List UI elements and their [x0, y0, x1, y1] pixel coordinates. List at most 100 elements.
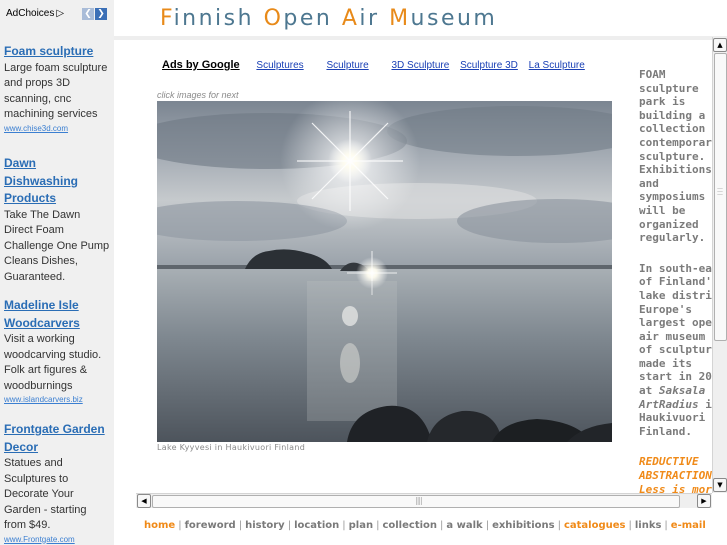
click-images-hint: click images for next [157, 90, 239, 100]
text-line: and [639, 176, 659, 190]
text-line: building a [639, 108, 706, 122]
title-rest: ir [359, 6, 390, 31]
chevron-right-icon[interactable]: ❯ [95, 8, 107, 20]
ad-link-sculpture[interactable]: Sculpture [326, 60, 368, 71]
ad-title-link[interactable]: Foam sculpture [4, 43, 110, 61]
nav-history[interactable]: history [245, 520, 285, 531]
text-line: air museum [639, 329, 706, 343]
ad-title-link[interactable]: Madeline Isle Woodcarvers [4, 297, 110, 332]
grip-icon: |||| [415, 496, 423, 505]
nav-separator: | [628, 520, 632, 531]
scroll-down-arrow-icon[interactable]: ▼ [713, 478, 727, 492]
artradius-text: ArtRadius [639, 397, 699, 411]
horizontal-scrollbar[interactable]: ◀ |||| ▶ [136, 493, 712, 508]
text-line: largest open [639, 316, 712, 330]
ad-body: Large foam sculpture and props 3D scanni… [4, 61, 108, 121]
grip-icon: — — — [717, 185, 723, 198]
horizontal-scroll-thumb[interactable]: |||| [152, 495, 680, 508]
ad-body: Visit a working woodcarving studio. Folk… [4, 333, 102, 392]
text-line: Haukivuori [639, 411, 706, 425]
scroll-left-arrow-icon[interactable]: ◀ [137, 494, 151, 508]
nav-email[interactable]: e-mail [671, 520, 706, 531]
ad-dawn-dishwashing: Dawn Dishwashing Products Take The Dawn … [4, 155, 110, 285]
footer-navigation: home | foreword | history | location | plan | coll… [144, 520, 706, 531]
photo-caption: Lake Kyyvesi in Haukivuori Finland [157, 443, 306, 452]
scroll-up-arrow-icon[interactable]: ▲ [713, 38, 727, 52]
nav-collection[interactable]: collection [382, 520, 437, 531]
nav-links[interactable]: links [635, 520, 662, 531]
nav-a-walk[interactable]: a walk [446, 520, 482, 531]
title-cap: O [263, 6, 284, 31]
right-intro-text: FOAM sculpture park is building a collec… [637, 68, 712, 494]
nav-separator: | [440, 520, 444, 531]
ad-body: Statues and Sculptures to Decorate Your … [4, 457, 87, 531]
text-line: organized [639, 217, 699, 231]
text-line: ABSTRACTION [639, 469, 712, 483]
text-line: lake district, [639, 288, 712, 302]
text-line: at Saksala [639, 384, 712, 398]
intro-paragraph-1: FOAM sculpture park is building a collec… [639, 68, 712, 245]
nav-separator: | [557, 520, 561, 531]
ad-foam-sculpture: Foam sculpture Large foam sculpture and … [4, 43, 110, 135]
text-line: regularly. [639, 231, 706, 245]
ad-url-link[interactable]: www.islandcarvers.biz [4, 394, 110, 406]
ads-by-google-link[interactable]: Ads by Google [162, 59, 240, 71]
ad-link-la-sculpture[interactable]: La Sculpture [529, 60, 585, 71]
text-fragment: at [639, 384, 659, 398]
adchoices-link[interactable]: AdChoices ▷ [6, 8, 64, 19]
title-rest: useum [410, 6, 498, 31]
text-line: collection of [639, 122, 712, 136]
chevron-left-icon[interactable]: ❮ [82, 8, 94, 20]
text-line: FOAM [639, 68, 666, 81]
intro-paragraph-3: REDUCTIVE ABSTRACTION Less is more [639, 455, 712, 494]
title-rest: innish [173, 6, 264, 31]
nav-separator: | [376, 520, 380, 531]
scroll-right-arrow-icon[interactable]: ▶ [697, 494, 711, 508]
ad-title-link[interactable]: Dawn Dishwashing Products [4, 155, 110, 208]
google-ad-links-bar: Ads by Google Sculptures Sculpture 3D Sc… [162, 59, 605, 71]
text-line: Exhibitions [639, 163, 712, 177]
nav-location[interactable]: location [294, 520, 339, 531]
ad-nav-arrows: ❮ ❯ [82, 8, 107, 20]
nav-separator: | [485, 520, 490, 531]
text-line: made its [639, 356, 692, 370]
ad-link-sculptures[interactable]: Sculptures [256, 60, 303, 71]
ad-title-link[interactable]: Frontgate Garden Decor [4, 421, 110, 456]
nav-exhibitions[interactable]: exhibitions [492, 520, 555, 531]
text-line: park is [639, 95, 686, 109]
text-line: ArtRadius in [639, 398, 712, 412]
vertical-scrollbar[interactable]: ▲ — — — ▼ [712, 37, 727, 493]
lake-photo[interactable] [157, 101, 612, 442]
ad-url-link[interactable]: www.chise3d.com [4, 123, 110, 135]
text-line: Europe's [639, 302, 692, 316]
text-fragment: in [705, 397, 712, 411]
text-line: sculpture. [639, 149, 706, 163]
nav-plan[interactable]: plan [349, 520, 373, 531]
vertical-scroll-thumb[interactable]: — — — [714, 53, 727, 341]
text-line: REDUCTIVE [639, 455, 699, 469]
site-title: Finnish Open Air Museum [160, 6, 497, 31]
nav-separator: | [342, 520, 346, 531]
ad-link-sculpture-3d[interactable]: Sculpture 3D [460, 60, 518, 71]
nav-foreword[interactable]: foreword [185, 520, 236, 531]
nav-catalogues[interactable]: catalogues [564, 520, 626, 531]
nav-home[interactable]: home [144, 520, 175, 531]
text-line: In south-east [639, 261, 712, 275]
text-line: symposiums [639, 190, 706, 204]
text-line: of Finland's [639, 275, 712, 289]
nav-separator: | [178, 520, 182, 531]
text-line: sculpture [639, 81, 699, 95]
title-cap: A [341, 6, 360, 31]
ad-link-3d-sculpture[interactable]: 3D Sculpture [391, 60, 449, 71]
nav-separator: | [664, 520, 668, 531]
nav-separator: | [238, 520, 243, 531]
adchoices-triangle-icon: ▷ [56, 8, 65, 19]
title-rest: pen [283, 6, 342, 31]
title-cap: F [160, 6, 174, 31]
ad-frontgate: Frontgate Garden Decor Statues and Sculp… [4, 421, 110, 545]
text-line: contemporary [639, 135, 712, 149]
ad-url-link[interactable]: www.Frontgate.com [4, 534, 110, 545]
text-line: of sculptures [639, 343, 712, 357]
